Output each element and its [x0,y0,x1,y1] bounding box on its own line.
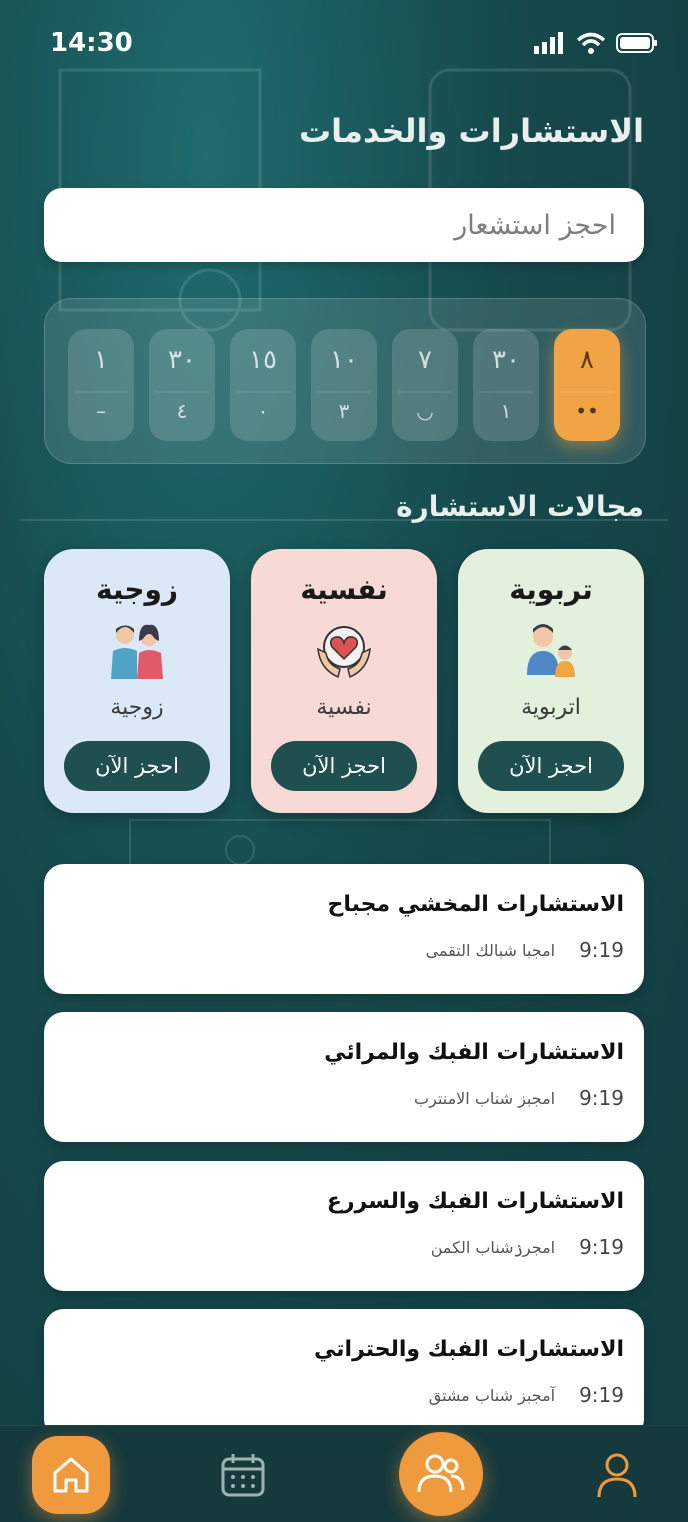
date-number: ١ [94,345,108,375]
clock: 14:30 [50,28,133,58]
list-item[interactable]: الاستشارات الفبك والحتراتي 9:19 آمجبز شن… [44,1309,644,1439]
list-item-time: 9:19 [579,1235,624,1259]
date-chip[interactable]: ١٠ ٣ [311,329,377,441]
list-item-time: 9:19 [579,1086,624,1110]
date-sub: ٣ [338,399,350,423]
nav-profile[interactable] [578,1436,656,1514]
nav-home[interactable] [32,1436,110,1514]
date-number: ١٠ [330,345,358,375]
bottom-nav [0,1425,688,1522]
date-sub: ٠ [257,399,269,423]
list-item-subtitle: امجبا شبالك التقمى [425,940,556,960]
card-title: نفسية [300,573,388,606]
page-title: الاستشارات والخدمات [299,112,644,150]
nav-consultants[interactable] [399,1432,483,1516]
card-educational[interactable]: تربوية اتربوية احجز الآن [458,549,644,813]
status-icons [534,32,658,54]
section-title: مجالات الاستشارة [396,490,644,523]
list-item-meta: 9:19 امجبا شبالك التقمى [426,938,624,962]
list-item-meta: 9:19 امجبز شناب الامنترب [414,1086,624,1110]
nav-calendar[interactable] [204,1436,282,1514]
profile-icon [597,1453,637,1498]
list-item-time: 9:19 [579,938,624,962]
date-chip-selected[interactable]: ٨ •• [554,329,620,441]
list-item-subtitle: آمجبز شناب مشتق [428,1385,556,1405]
book-now-button[interactable]: احجز الآن [478,741,624,791]
date-number: ٣٠ [492,345,520,375]
date-selector: ٨ •• ٣٠ ١ ٧ ◡ ١٠ ٣ ١٥ ٠ ٣٠ ٤ ١ – [44,298,646,464]
date-sub: – [96,399,106,423]
book-now-button[interactable]: احجز الآن [64,741,210,791]
list-item-title: الاستشارات الفبك والمرائي [324,1040,624,1065]
list-item-meta: 9:19 آمجبز شناب مشتق [429,1383,624,1407]
card-title: تربوية [509,573,593,606]
date-chip[interactable]: ٣٠ ١ [473,329,539,441]
card-psychological[interactable]: نفسية نفسية احجز الآن [251,549,437,813]
list-item-title: الاستشارات المخشي مجباح [327,892,624,917]
calendar-icon [221,1454,265,1497]
parent-child-icon [527,624,575,677]
card-subtitle: اتربوية [521,695,581,720]
list-item-time: 9:19 [579,1383,624,1407]
list-item[interactable]: الاستشارات المخشي مجباح 9:19 امجبا شبالك… [44,864,644,994]
date-chip[interactable]: ٣٠ ٤ [149,329,215,441]
date-number: ٣٠ [168,345,196,375]
status-bar: 14:30 [0,0,688,88]
battery-icon [616,33,657,53]
list-item[interactable]: الاستشارات الفبك والمرائي 9:19 امجبز شنا… [44,1012,644,1142]
book-now-button[interactable]: احجز الآن [271,741,417,791]
date-sub: •• [575,399,599,423]
heart-hands-icon [317,626,371,679]
couple-icon [111,624,163,679]
search-input[interactable] [44,188,644,262]
date-sub: ١ [500,399,512,423]
wifi-icon [576,32,606,54]
home-icon [53,1457,89,1493]
list-item[interactable]: الاستشارات الفبك والسررع 9:19 امجرۯشناب … [44,1161,644,1291]
search-box[interactable] [44,188,644,262]
card-title: زوجية [95,573,179,606]
card-subtitle: زوجية [110,695,164,720]
date-sub: ◡ [416,399,434,423]
list-item-subtitle: امجرۯشناب الكمن [430,1237,556,1257]
date-chip[interactable]: ٧ ◡ [392,329,458,441]
date-number: ٧ [418,345,432,375]
list-item-subtitle: امجبز شناب الامنترب [414,1088,556,1108]
list-item-meta: 9:19 امجرۯشناب الكمن [431,1235,624,1259]
card-subtitle: نفسية [316,695,372,720]
signal-icon [534,32,563,54]
date-chip[interactable]: ١٥ ٠ [230,329,296,441]
date-sub: ٤ [176,399,188,423]
people-icon [417,1454,465,1493]
date-number: ٨ [580,345,594,375]
date-number: ١٥ [249,345,277,375]
card-marital[interactable]: زوجية زوجية احجز الآن [44,549,230,813]
list-item-title: الاستشارات الفبك والحتراتي [314,1337,624,1362]
date-chip[interactable]: ١ – [68,329,134,441]
list-item-title: الاستشارات الفبك والسررع [326,1189,624,1214]
